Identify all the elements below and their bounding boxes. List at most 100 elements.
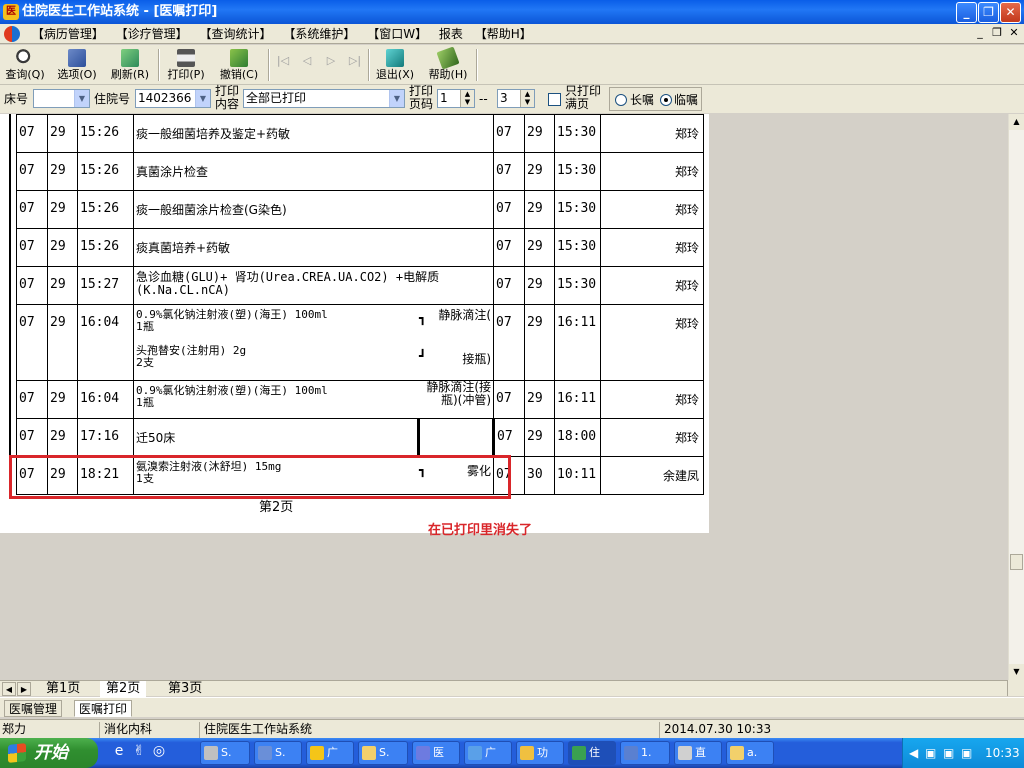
options-label: 选项(O) bbox=[57, 68, 97, 81]
order-day: 29 bbox=[47, 190, 78, 229]
taskbar-button[interactable]: a. bbox=[726, 741, 774, 765]
taskbar-button-label: 功 bbox=[537, 746, 548, 759]
options-button[interactable]: 选项(O) bbox=[54, 47, 100, 83]
chevron-down-icon[interactable]: ▼ bbox=[74, 90, 89, 107]
route-label: 静脉滴注(接瓶)(冲管) bbox=[426, 380, 491, 407]
exec-day: 29 bbox=[524, 114, 555, 153]
order-day: 29 bbox=[47, 114, 78, 153]
last-page-button[interactable]: ▷| bbox=[346, 47, 364, 83]
page-number-label: 第2页 bbox=[259, 500, 294, 515]
scroll-up-icon[interactable]: ▲ bbox=[1009, 114, 1024, 130]
page-range-label: 打印页码 bbox=[409, 84, 434, 111]
scroll-thumb[interactable] bbox=[1010, 554, 1023, 570]
mdi-tab-order-management[interactable]: 医嘱管理 bbox=[4, 700, 63, 717]
mdi-close-icon[interactable]: ✕ bbox=[1006, 26, 1022, 40]
quicklaunch-icon[interactable]: ✌ bbox=[130, 742, 148, 760]
taskbar-button-label: a. bbox=[747, 746, 758, 759]
title-bar: 医 住院医生工作站系统 - [医嘱打印] _ ❐ ✕ bbox=[0, 0, 1024, 24]
menu-case-management[interactable]: 【病历管理】 bbox=[28, 24, 108, 44]
status-datetime: 2014.07.30 10:33 bbox=[664, 722, 772, 736]
exec-month: 07 bbox=[493, 418, 525, 457]
order-content: 0.9%氯化钠注射液(塑)(海王) 100ml 1瓶 静脉滴注(接瓶)(冲管) bbox=[133, 380, 494, 419]
taskbar-button[interactable]: 广 bbox=[306, 741, 354, 765]
exec-time: 10:11 bbox=[554, 456, 601, 495]
app-icon bbox=[678, 746, 692, 760]
help-button[interactable]: 帮助(H) bbox=[424, 46, 472, 83]
menu-help[interactable]: 【帮助H】 bbox=[471, 24, 536, 44]
taskbar-button[interactable]: 功 bbox=[516, 741, 564, 765]
undo-button[interactable]: 撤销(C) bbox=[214, 47, 264, 83]
mdi-minimize-icon[interactable]: _ bbox=[972, 26, 988, 40]
prev-page-button[interactable]: ◁ bbox=[298, 47, 316, 83]
restore-icon[interactable]: ❐ bbox=[978, 2, 999, 23]
chevron-down-icon[interactable]: ▼ bbox=[389, 90, 404, 107]
taskbar-button[interactable]: S. bbox=[254, 741, 302, 765]
mdi-tab-order-print[interactable]: 医嘱打印 bbox=[74, 700, 133, 717]
close-icon[interactable]: ✕ bbox=[1000, 2, 1021, 23]
tab-page-3[interactable]: 第3页 bbox=[162, 681, 208, 697]
taskbar-button[interactable]: S. bbox=[200, 741, 250, 765]
vertical-scrollbar[interactable]: ▲ ▼ bbox=[1008, 114, 1024, 680]
tray-arrow-icon[interactable]: ◀ bbox=[909, 738, 918, 768]
page-to-spinner[interactable]: 3 ▲ ▼ bbox=[497, 89, 535, 108]
filter-bar: 床号 ▼ 住院号 1402366 ▼ 打印内容 全部已打印 ▼ 打印页码 1 ▲… bbox=[0, 85, 1024, 113]
content-label: 打印内容 bbox=[215, 84, 240, 111]
undo-label: 撤销(C) bbox=[219, 68, 259, 81]
bed-select[interactable]: ▼ bbox=[33, 89, 90, 108]
scroll-down-icon[interactable]: ▼ bbox=[1009, 664, 1024, 680]
full-page-checkbox[interactable] bbox=[548, 93, 561, 106]
app-icon bbox=[362, 746, 376, 760]
menu-window[interactable]: 【窗口W】 bbox=[363, 24, 431, 44]
spinner-arrows-icon[interactable]: ▲ ▼ bbox=[460, 90, 474, 107]
first-page-button[interactable]: |◁ bbox=[274, 47, 292, 83]
taskbar-button-label: 住 bbox=[589, 746, 600, 759]
start-button[interactable]: 开始 bbox=[0, 738, 98, 768]
ie-quicklaunch-icon[interactable]: e bbox=[110, 742, 128, 760]
spinner-arrows-icon[interactable]: ▲ ▼ bbox=[520, 90, 534, 107]
tab-page-1[interactable]: 第1页 bbox=[40, 681, 86, 697]
page-from-value: 1 bbox=[440, 91, 448, 105]
exec-month: 07 bbox=[493, 228, 525, 267]
taskbar-button[interactable]: 1. bbox=[620, 741, 670, 765]
tab-page-2[interactable]: 第2页 bbox=[100, 681, 147, 697]
taskbar-button[interactable]: 医 bbox=[412, 741, 460, 765]
print-content-value: 全部已打印 bbox=[246, 91, 307, 105]
minimize-icon[interactable]: _ bbox=[956, 2, 977, 23]
inpatient-select[interactable]: 1402366 ▼ bbox=[135, 89, 211, 108]
toolbar-separator bbox=[158, 49, 160, 81]
tab-prev-icon[interactable]: ◀ bbox=[2, 682, 16, 696]
menu-query-stats[interactable]: 【查询统计】 bbox=[196, 24, 276, 44]
refresh-button[interactable]: 刷新(R) bbox=[106, 47, 154, 83]
taskbar-button[interactable]: 住 bbox=[568, 741, 616, 765]
preview-background bbox=[709, 114, 1008, 680]
menu-report[interactable]: 报表 bbox=[435, 24, 467, 44]
windows-logo-icon bbox=[8, 743, 26, 763]
temporary-radio[interactable] bbox=[660, 94, 672, 106]
quicklaunch-icon[interactable]: ◎ bbox=[150, 742, 168, 760]
taskbar-button[interactable]: 直 bbox=[674, 741, 722, 765]
status-system: 住院医生工作站系统 bbox=[202, 722, 660, 738]
app-icon bbox=[416, 746, 430, 760]
exit-button[interactable]: 退出(X) bbox=[372, 47, 418, 83]
exec-day: 29 bbox=[524, 228, 555, 267]
taskbar-button[interactable]: 广 bbox=[464, 741, 512, 765]
tray-network-icon: ▣ bbox=[961, 746, 973, 760]
chevron-down-icon[interactable]: ▼ bbox=[195, 90, 210, 107]
tab-next-icon[interactable]: ▶ bbox=[17, 682, 31, 696]
executor-signature: 郑玲 bbox=[600, 266, 704, 305]
menu-system[interactable]: 【系统维护】 bbox=[279, 24, 359, 44]
page-from-spinner[interactable]: 1 ▲ ▼ bbox=[437, 89, 475, 108]
print-button[interactable]: 打印(P) bbox=[162, 47, 210, 83]
query-button[interactable]: 查询(Q) bbox=[2, 47, 48, 83]
options-icon bbox=[68, 49, 86, 67]
next-page-button[interactable]: ▷ bbox=[322, 47, 340, 83]
inpatient-value: 1402366 bbox=[138, 91, 192, 105]
mdi-restore-icon[interactable]: ❐ bbox=[989, 26, 1005, 40]
menu-diagnosis[interactable]: 【诊疗管理】 bbox=[112, 24, 192, 44]
taskbar-button[interactable]: S. bbox=[358, 741, 408, 765]
print-content-select[interactable]: 全部已打印 ▼ bbox=[243, 89, 405, 108]
executor-signature: 郑玲 bbox=[600, 228, 704, 267]
long-term-radio[interactable] bbox=[615, 94, 627, 106]
exec-day: 30 bbox=[524, 456, 555, 495]
order-time: 16:04 bbox=[77, 304, 134, 381]
